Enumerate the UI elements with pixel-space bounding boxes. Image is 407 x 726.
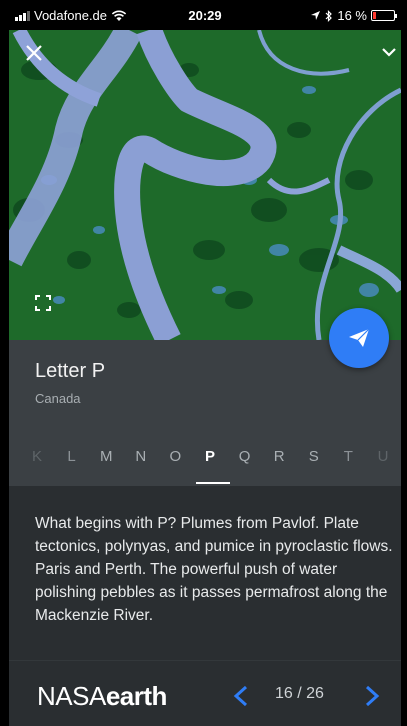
satellite-image-artwork [9,30,401,340]
letter-k[interactable]: K [27,448,47,465]
bluetooth-icon [325,9,333,22]
status-right: 16 % [310,8,397,23]
letter-n[interactable]: N [131,448,151,465]
chevron-down-icon[interactable] [381,44,397,60]
battery-icon [371,10,397,21]
location-arrow-icon [311,11,321,20]
fullscreen-icon[interactable] [35,295,51,311]
letter-q[interactable]: Q [235,448,255,465]
place-country: Canada [35,391,81,406]
letter-l[interactable]: L [62,448,82,465]
battery-percent: 16 % [337,8,367,23]
chevron-left-icon[interactable] [233,685,249,707]
satellite-image [9,30,401,340]
letter-r[interactable]: R [269,448,289,465]
nasa-earth-logo: NASAearth [37,681,167,711]
description-text: What begins with P? Plumes from Pavlof. … [35,515,393,624]
selected-letter-indicator [196,482,230,484]
letter-o[interactable]: O [165,448,185,465]
page-counter: 16 / 26 [275,685,324,702]
app-screen: Vodafone.de 20:29 16 % Letter P Canada K… [9,0,401,726]
footer: NASAearth 16 / 26 [9,660,401,726]
status-bar: Vodafone.de 20:29 16 % [9,0,401,30]
letter-u[interactable]: U [373,448,393,465]
battery-level [373,12,377,19]
share-button[interactable] [329,308,389,368]
letter-p[interactable]: P [200,448,220,465]
chevron-right-icon[interactable] [364,685,380,707]
letter-s[interactable]: S [304,448,324,465]
letter-m[interactable]: M [96,448,116,465]
alphabet-selector: KLMNOPQRSTU [27,448,401,470]
letter-t[interactable]: T [338,448,358,465]
paper-plane-icon [349,328,370,347]
close-icon[interactable] [23,42,45,64]
place-title: Letter P [35,360,106,382]
